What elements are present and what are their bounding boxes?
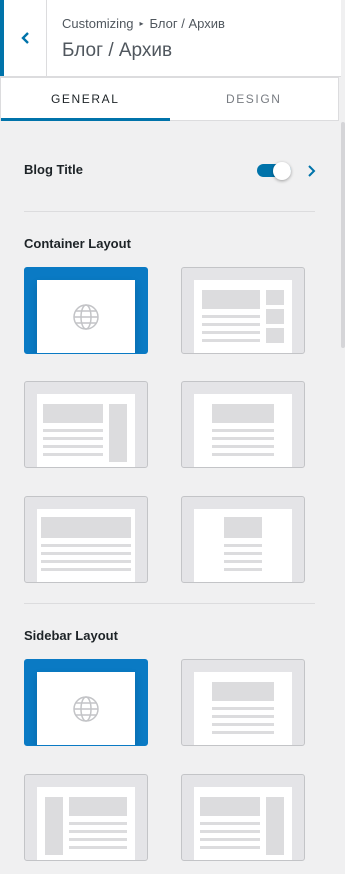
breadcrumb-separator-icon: ▸ — [139, 19, 144, 28]
globe-icon — [73, 304, 99, 330]
container-layout-option-boxes[interactable] — [181, 267, 305, 354]
layout-preview — [37, 672, 135, 745]
scrollbar[interactable] — [341, 122, 345, 348]
chevron-left-icon — [21, 32, 29, 44]
sidebar-layout-label: Sidebar Layout — [24, 628, 118, 643]
globe-icon — [73, 696, 99, 722]
back-button[interactable] — [0, 0, 47, 76]
sidebar-layout-option-no-sidebar[interactable] — [181, 659, 305, 746]
breadcrumb: Customizing ▸ Блог / Архив — [62, 16, 225, 31]
layout-preview — [194, 672, 292, 745]
layout-preview — [37, 509, 135, 582]
toggle-knob — [273, 162, 291, 180]
breadcrumb-current: Блог / Архив — [149, 16, 225, 31]
layout-preview — [194, 280, 292, 353]
tab-design[interactable]: DESIGN — [170, 78, 339, 120]
breadcrumb-root: Customizing — [62, 16, 134, 31]
sidebar-layout-option-default[interactable] — [24, 659, 148, 746]
container-layout-option-narrow[interactable] — [181, 496, 305, 583]
panel-title: Блог / Архив — [62, 40, 173, 61]
layout-preview — [194, 394, 292, 467]
tab-bar: GENERAL DESIGN — [0, 77, 339, 121]
container-layout-option-full-width[interactable] — [24, 496, 148, 583]
sidebar-layout-option-right-sidebar[interactable] — [181, 774, 305, 861]
tab-general[interactable]: GENERAL — [1, 78, 170, 121]
layout-preview — [37, 280, 135, 353]
divider — [24, 603, 315, 604]
blog-title-toggle[interactable] — [257, 162, 291, 180]
layout-preview — [37, 787, 135, 860]
divider — [24, 211, 315, 212]
container-layout-option-boxed[interactable] — [181, 381, 305, 468]
container-layout-option-right-sidebar[interactable] — [24, 381, 148, 468]
container-layout-label: Container Layout — [24, 236, 131, 251]
panel-header: Customizing ▸ Блог / Архив Блог / Архив — [0, 0, 341, 77]
chevron-right-icon[interactable] — [305, 164, 317, 178]
layout-preview — [37, 394, 135, 467]
sidebar-layout-option-left-sidebar[interactable] — [24, 774, 148, 861]
blog-title-label: Blog Title — [24, 162, 83, 177]
container-layout-option-default[interactable] — [24, 267, 148, 354]
layout-preview — [194, 509, 292, 582]
layout-preview — [194, 787, 292, 860]
